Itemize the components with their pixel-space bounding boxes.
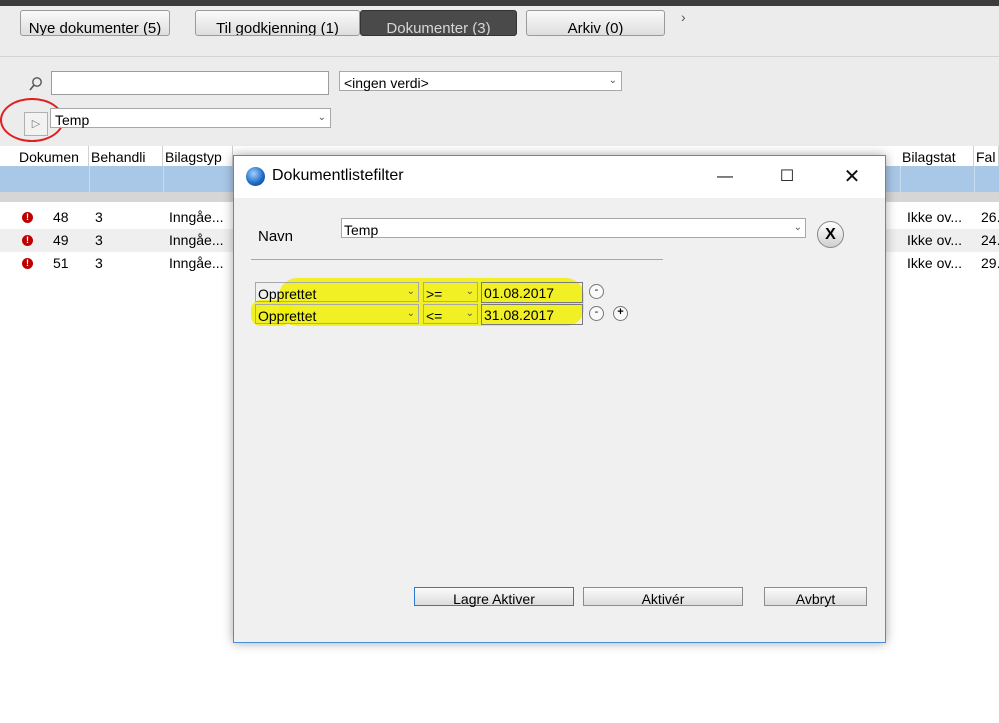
column-header-dokument[interactable]: Dokumen [18,146,89,166]
cell-bilagstype: Inngåe... [169,232,224,248]
cell-bilagstatus: Ikke ov... [907,232,962,248]
active-filter-select[interactable]: Temp ⌄ [50,108,331,128]
tabs-scroll-right-icon[interactable]: › [681,9,686,25]
column-header-bilagstatus[interactable]: Bilagstat [901,146,974,166]
tab-arkiv[interactable]: Arkiv (0) [526,10,665,36]
dialog-title-bar[interactable]: Dokumentlistefilter — ☐ ✕ [234,156,885,198]
chevron-down-icon: ⌄ [406,286,415,297]
criterion-date-input[interactable]: 01.08.2017 [481,282,583,303]
activate-button[interactable]: Aktivér [583,587,743,607]
criterion-field-select[interactable]: Opprettet ⌄ [255,282,419,302]
error-icon: ! [22,235,33,246]
navn-value: Temp [344,222,379,238]
chevron-down-icon: ⌄ [793,222,802,233]
cell-dokument: 51 [53,255,69,271]
minimize-icon[interactable]: — [702,160,748,194]
dialog-title: Dokumentlistefilter [272,167,404,184]
cell-behandling: 3 [95,232,103,248]
cell-bilagstatus: Ikke ov... [907,209,962,225]
filter-row-separator [163,166,164,192]
cell-fal: 24. [981,232,999,248]
active-filter-value: Temp [55,112,90,128]
filter-row-separator [974,166,975,192]
criterion-operator: >= [426,286,443,302]
error-icon: ! [22,258,33,269]
cell-bilagstatus: Ikke ov... [907,255,962,271]
column-header-behandling[interactable]: Behandli [90,146,163,166]
chevron-down-icon: ⌄ [608,75,617,86]
save-activate-button[interactable]: Lagre Aktiver [414,587,574,607]
tab-til-godkjenning[interactable]: Til godkjenning (1) [195,10,360,36]
filter-dialog: Dokumentlistefilter — ☐ ✕ Navn Temp ⌄ X … [233,155,886,643]
error-icon: ! [22,212,33,223]
criterion-operator: <= [426,308,443,324]
cell-fal: 29. [981,255,999,271]
chevron-down-icon: ⌄ [317,112,326,123]
cell-dokument: 49 [53,232,69,248]
cancel-button[interactable]: Avbryt [764,587,867,607]
search-icon [28,76,44,92]
criterion-operator-select[interactable]: <= ⌄ [423,304,478,324]
clear-filter-button[interactable]: X [817,221,844,248]
search-filter-select[interactable]: <ingen verdi> ⌄ [339,71,622,91]
dialog-separator [251,259,663,260]
close-icon[interactable]: ✕ [829,160,875,194]
add-criterion-button[interactable]: + [613,306,628,321]
criterion-field: Opprettet [258,308,317,324]
filter-row-separator [900,166,901,192]
column-header-bilagstype[interactable]: Bilagstyp [164,146,233,166]
navn-label: Navn [258,228,294,245]
app-globe-icon [246,167,265,186]
toolbar-divider [0,56,999,57]
remove-criterion-button[interactable]: - [589,306,604,321]
cell-behandling: 3 [95,255,103,271]
chevron-down-icon: ⌄ [465,308,474,319]
navn-select[interactable]: Temp ⌄ [341,218,806,238]
search-filter-value: <ingen verdi> [344,75,429,91]
cell-bilagstype: Inngåe... [169,255,224,271]
chevron-down-icon: ⌄ [465,286,474,297]
cell-dokument: 48 [53,209,69,225]
search-input[interactable] [51,71,329,95]
remove-criterion-button[interactable]: - [589,284,604,299]
criterion-field: Opprettet [258,286,317,302]
cell-bilagstype: Inngåe... [169,209,224,225]
cell-fal: 26. [981,209,999,225]
tab-dokumenter[interactable]: Dokumenter (3) [360,10,517,36]
criterion-operator-select[interactable]: >= ⌄ [423,282,478,302]
chevron-down-icon: ⌄ [406,308,415,319]
column-header-fal[interactable]: Fal [975,146,999,166]
filter-row-separator [89,166,90,192]
criterion-date-input[interactable]: 31.08.2017 [481,304,583,325]
criterion-field-select[interactable]: Opprettet ⌄ [255,304,419,324]
cell-behandling: 3 [95,209,103,225]
maximize-icon[interactable]: ☐ [764,160,810,194]
tab-nye-dokumenter[interactable]: Nye dokumenter (5) [20,10,170,36]
